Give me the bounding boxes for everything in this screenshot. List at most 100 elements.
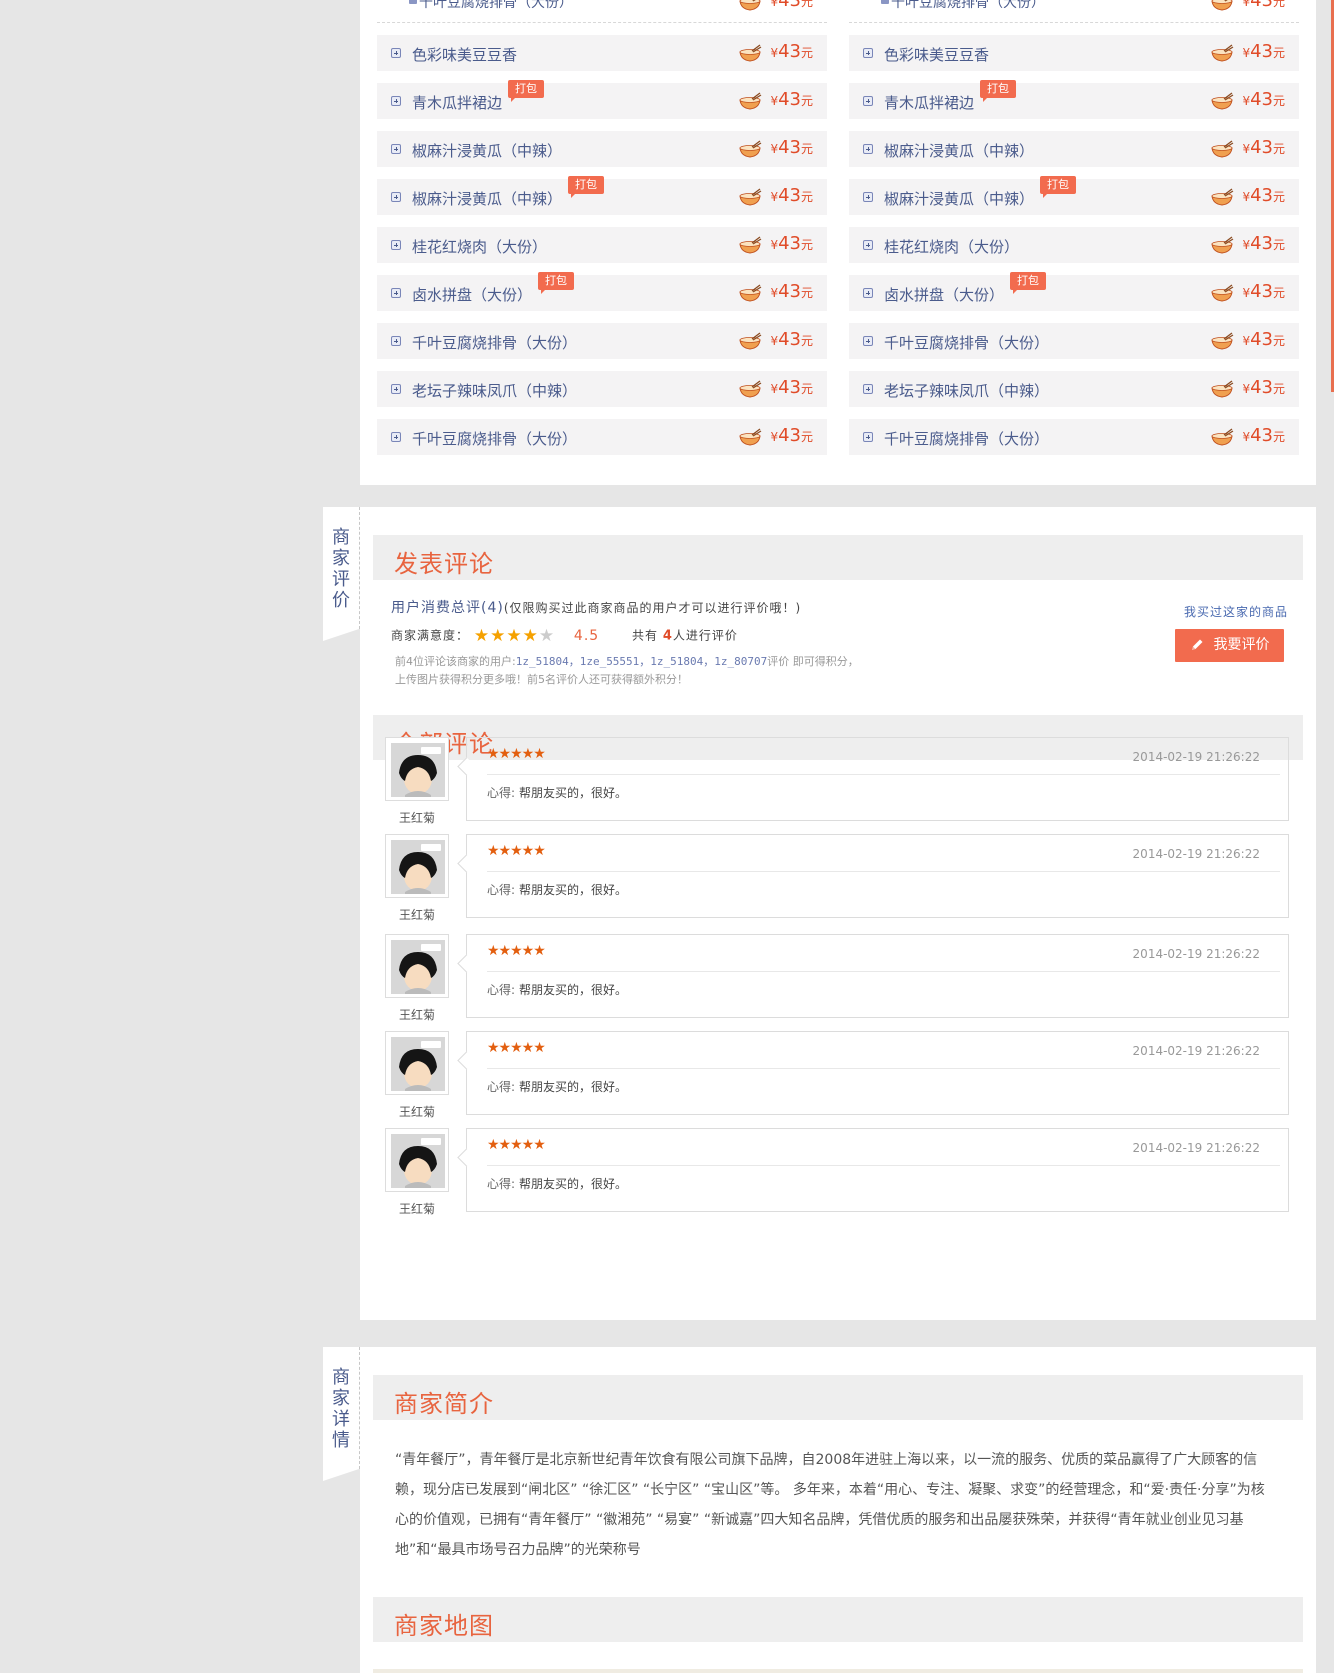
add-icon[interactable] — [863, 192, 873, 202]
add-icon[interactable] — [863, 384, 873, 394]
menu-item-name: 桂花红烧肉（大份） — [412, 238, 548, 256]
menu-item-price: ¥43元 — [738, 329, 813, 350]
menu-item[interactable]: 老坛子辣味凤爪（中辣） ¥43元 — [377, 371, 827, 407]
add-icon[interactable] — [863, 336, 873, 346]
avatar[interactable] — [385, 737, 449, 801]
side-tab-details[interactable]: 商家详情 — [323, 1347, 360, 1481]
review-box: ★★★★★ 2014-02-19 21:26:22 心得: 帮朋友买的，很好。 — [466, 737, 1289, 821]
write-review-button[interactable]: 我要评价 — [1175, 629, 1284, 662]
menu-item-price: ¥43元 — [1210, 377, 1285, 398]
tip-prefix: 前4位评论该商家的用户: — [395, 655, 516, 668]
review-tip: 前4位评论该商家的用户:1z_51804，1ze_55551，1z_51804，… — [395, 653, 859, 689]
reviewer-name[interactable]: 王红菊 — [385, 1103, 449, 1120]
menu-item-price: ¥43元 — [1210, 41, 1285, 62]
menu-item[interactable]: 色彩味美豆豆香 ¥43元 — [849, 35, 1299, 71]
menu-item-name: 青木瓜拌裙边 — [884, 94, 975, 112]
avatar[interactable] — [385, 1031, 449, 1095]
menu-item[interactable]: 千叶豆腐烧排骨（大份） ¥43元 — [377, 323, 827, 359]
add-icon[interactable] — [391, 432, 401, 442]
menu-item[interactable]: 椒麻汁浸黄瓜（中辣） 打包 ¥43元 — [377, 176, 827, 215]
menu-item-price: ¥43元 — [738, 137, 813, 158]
menu-panel: 千叶豆腐烧排骨（大份） ¥43元 色彩味美豆豆香 ¥43元 青木瓜拌裙边打包 ¥43元 椒麻… — [360, 0, 1316, 485]
tip-line2: 上传图片获得积分更多哦！前5名评价人还可获得额外积分！ — [395, 673, 688, 686]
menu-item[interactable]: 卤水拼盘（大份） 打包 ¥43元 — [849, 272, 1299, 311]
menu-item-price: ¥43元 — [1210, 233, 1285, 254]
menu-item[interactable]: 卤水拼盘（大份） 打包 ¥43元 — [377, 272, 827, 311]
add-icon[interactable] — [863, 96, 873, 106]
add-icon[interactable] — [863, 144, 873, 154]
menu-item[interactable]: 椒麻汁浸黄瓜（中辣） ¥43元 — [377, 131, 827, 167]
add-icon[interactable] — [863, 288, 873, 298]
menu-item-price: ¥43元 — [1210, 89, 1285, 110]
add-icon[interactable] — [391, 336, 401, 346]
menu-item[interactable]: 青木瓜拌裙边打包 ¥43元 — [849, 80, 1299, 119]
takeaway-badge: 打包 — [538, 272, 575, 294]
reviewer-name[interactable]: 王红菊 — [385, 1200, 449, 1217]
avatar[interactable] — [385, 934, 449, 998]
menu-item-price: ¥43元 — [738, 41, 813, 62]
add-icon[interactable] — [391, 48, 401, 58]
avatar[interactable] — [385, 1128, 449, 1192]
satisfaction-label: 商家满意度： — [391, 628, 470, 643]
menu-item[interactable]: 青木瓜拌裙边打包 ¥43元 — [377, 80, 827, 119]
menu-item[interactable]: 千叶豆腐烧排骨（大份） ¥43元 — [849, 419, 1299, 455]
add-icon[interactable] — [391, 384, 401, 394]
review-content: 帮朋友买的，很好。 — [519, 1080, 628, 1094]
review-card: 王红菊 ★★★★★ 2014-02-19 21:26:22 心得: 帮朋友买的，很好。 — [385, 1031, 1295, 1121]
add-icon[interactable] — [391, 96, 401, 106]
reviewer-name[interactable]: 王红菊 — [385, 1006, 449, 1023]
map-title: 商家地图 — [394, 1612, 494, 1640]
add-icon[interactable] — [391, 144, 401, 154]
menu-item[interactable]: 椒麻汁浸黄瓜（中辣） 打包 ¥43元 — [849, 176, 1299, 215]
add-icon[interactable] — [863, 240, 873, 250]
review-content: 帮朋友买的，很好。 — [519, 883, 628, 897]
menu-item-partial[interactable]: 千叶豆腐烧排骨（大份） ¥43元 — [849, 0, 1299, 23]
menu-item[interactable]: 桂花红烧肉（大份） ¥43元 — [377, 227, 827, 263]
intro-header: 商家简介 — [373, 1375, 1303, 1420]
side-tab-reviews-label: 商家评价 — [332, 527, 350, 611]
avatar[interactable] — [385, 834, 449, 898]
menu-item-price: ¥43元 — [738, 0, 813, 11]
review-box: ★★★★★ 2014-02-19 21:26:22 心得: 帮朋友买的，很好。 — [466, 934, 1289, 1018]
dish-bowl-icon — [1211, 139, 1234, 158]
add-icon[interactable] — [391, 192, 401, 202]
price-amount: 43 — [778, 233, 801, 254]
add-icon[interactable] — [391, 240, 401, 250]
price-currency: ¥ — [770, 334, 779, 348]
side-tab-reviews[interactable]: 商家评价 — [323, 507, 360, 641]
menu-item[interactable]: 千叶豆腐烧排骨（大份） ¥43元 — [849, 323, 1299, 359]
dish-bowl-icon — [739, 187, 762, 206]
menu-item-name: 椒麻汁浸黄瓜（中辣） — [884, 142, 1035, 160]
price-amount: 43 — [1250, 137, 1273, 158]
tip-users[interactable]: 1z_51804，1ze_55551，1z_51804，1z_80707 — [516, 655, 768, 668]
map-preview[interactable] — [373, 1669, 1303, 1673]
review-stars: ★★★★★ — [487, 943, 546, 959]
price-amount: 43 — [778, 0, 801, 11]
menu-item-price: ¥43元 — [738, 281, 813, 302]
divider — [487, 774, 1280, 775]
price-unit: 元 — [1272, 286, 1285, 300]
menu-item[interactable]: 椒麻汁浸黄瓜（中辣） ¥43元 — [849, 131, 1299, 167]
menu-item-partial[interactable]: 千叶豆腐烧排骨（大份） ¥43元 — [377, 0, 827, 23]
price-currency: ¥ — [1242, 94, 1251, 108]
price-unit: 元 — [1272, 430, 1285, 444]
dish-bowl-icon — [739, 0, 761, 11]
add-icon[interactable] — [863, 432, 873, 442]
review-text: 心得: 帮朋友买的，很好。 — [487, 784, 627, 801]
menu-item-price: ¥43元 — [1210, 329, 1285, 350]
price-currency: ¥ — [770, 286, 779, 300]
menu-item[interactable]: 千叶豆腐烧排骨（大份） ¥43元 — [377, 419, 827, 455]
add-icon[interactable] — [391, 288, 401, 298]
reviewer-name[interactable]: 王红菊 — [385, 906, 449, 923]
dish-bowl-icon — [1211, 379, 1234, 398]
menu-item[interactable]: 老坛子辣味凤爪（中辣） ¥43元 — [849, 371, 1299, 407]
reviewer-name[interactable]: 王红菊 — [385, 809, 449, 826]
review-box: ★★★★★ 2014-02-19 21:26:22 心得: 帮朋友买的，很好。 — [466, 1031, 1289, 1115]
price-unit: 元 — [800, 46, 813, 60]
menu-item[interactable]: 桂花红烧肉（大份） ¥43元 — [849, 227, 1299, 263]
bought-link[interactable]: 我买过这家的商品 — [1184, 603, 1288, 620]
review-card: 王红菊 ★★★★★ 2014-02-19 21:26:22 心得: 帮朋友买的，很好。 — [385, 737, 1295, 827]
add-icon[interactable] — [863, 48, 873, 58]
menu-item[interactable]: 色彩味美豆豆香 ¥43元 — [377, 35, 827, 71]
review-box: ★★★★★ 2014-02-19 21:26:22 心得: 帮朋友买的，很好。 — [466, 834, 1289, 918]
